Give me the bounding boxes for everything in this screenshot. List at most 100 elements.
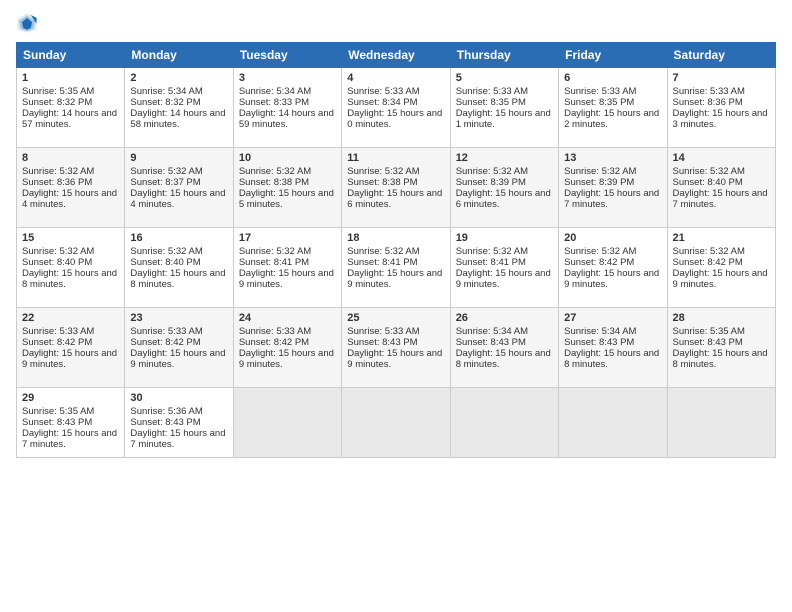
logo (16, 12, 40, 34)
daylight-text: Daylight: 14 hours and 58 minutes. (130, 108, 225, 130)
sunrise-text: Sunrise: 5:33 AM (239, 326, 311, 337)
calendar-cell: 2Sunrise: 5:34 AMSunset: 8:32 PMDaylight… (125, 68, 233, 148)
page: SundayMondayTuesdayWednesdayThursdayFrid… (0, 0, 792, 612)
day-number: 11 (347, 152, 444, 164)
day-number: 4 (347, 72, 444, 84)
day-number: 5 (456, 72, 553, 84)
calendar-cell (667, 388, 775, 458)
day-header-wednesday: Wednesday (342, 43, 450, 68)
daylight-text: Daylight: 15 hours and 8 minutes. (22, 268, 117, 290)
calendar-week-1: 1Sunrise: 5:35 AMSunset: 8:32 PMDaylight… (17, 68, 776, 148)
calendar-cell: 3Sunrise: 5:34 AMSunset: 8:33 PMDaylight… (233, 68, 341, 148)
sunset-text: Sunset: 8:42 PM (564, 257, 634, 268)
sunset-text: Sunset: 8:42 PM (673, 257, 743, 268)
sunset-text: Sunset: 8:40 PM (130, 257, 200, 268)
calendar-cell: 16Sunrise: 5:32 AMSunset: 8:40 PMDayligh… (125, 228, 233, 308)
calendar-week-2: 8Sunrise: 5:32 AMSunset: 8:36 PMDaylight… (17, 148, 776, 228)
daylight-text: Daylight: 15 hours and 0 minutes. (347, 108, 442, 130)
calendar-cell: 4Sunrise: 5:33 AMSunset: 8:34 PMDaylight… (342, 68, 450, 148)
calendar-cell: 28Sunrise: 5:35 AMSunset: 8:43 PMDayligh… (667, 308, 775, 388)
daylight-text: Daylight: 15 hours and 8 minutes. (130, 268, 225, 290)
sunrise-text: Sunrise: 5:32 AM (564, 166, 636, 177)
calendar-cell: 5Sunrise: 5:33 AMSunset: 8:35 PMDaylight… (450, 68, 558, 148)
sunset-text: Sunset: 8:43 PM (347, 337, 417, 348)
sunset-text: Sunset: 8:35 PM (456, 97, 526, 108)
sunset-text: Sunset: 8:39 PM (456, 177, 526, 188)
calendar-week-3: 15Sunrise: 5:32 AMSunset: 8:40 PMDayligh… (17, 228, 776, 308)
header (16, 12, 776, 34)
daylight-text: Daylight: 14 hours and 59 minutes. (239, 108, 334, 130)
sunrise-text: Sunrise: 5:34 AM (456, 326, 528, 337)
calendar-cell: 26Sunrise: 5:34 AMSunset: 8:43 PMDayligh… (450, 308, 558, 388)
daylight-text: Daylight: 15 hours and 8 minutes. (673, 348, 768, 370)
day-number: 7 (673, 72, 770, 84)
calendar-cell: 14Sunrise: 5:32 AMSunset: 8:40 PMDayligh… (667, 148, 775, 228)
sunrise-text: Sunrise: 5:32 AM (456, 246, 528, 257)
daylight-text: Daylight: 15 hours and 3 minutes. (673, 108, 768, 130)
calendar-cell: 8Sunrise: 5:32 AMSunset: 8:36 PMDaylight… (17, 148, 125, 228)
sunset-text: Sunset: 8:35 PM (564, 97, 634, 108)
sunrise-text: Sunrise: 5:32 AM (456, 166, 528, 177)
sunset-text: Sunset: 8:36 PM (673, 97, 743, 108)
calendar-cell: 25Sunrise: 5:33 AMSunset: 8:43 PMDayligh… (342, 308, 450, 388)
day-header-friday: Friday (559, 43, 667, 68)
daylight-text: Daylight: 15 hours and 7 minutes. (564, 188, 659, 210)
daylight-text: Daylight: 15 hours and 7 minutes. (22, 428, 117, 450)
sunrise-text: Sunrise: 5:32 AM (673, 166, 745, 177)
sunset-text: Sunset: 8:38 PM (347, 177, 417, 188)
day-number: 19 (456, 232, 553, 244)
daylight-text: Daylight: 15 hours and 8 minutes. (564, 348, 659, 370)
calendar-cell: 7Sunrise: 5:33 AMSunset: 8:36 PMDaylight… (667, 68, 775, 148)
sunset-text: Sunset: 8:32 PM (130, 97, 200, 108)
calendar-cell: 22Sunrise: 5:33 AMSunset: 8:42 PMDayligh… (17, 308, 125, 388)
calendar-header-row: SundayMondayTuesdayWednesdayThursdayFrid… (17, 43, 776, 68)
sunset-text: Sunset: 8:32 PM (22, 97, 92, 108)
day-number: 24 (239, 312, 336, 324)
daylight-text: Daylight: 15 hours and 9 minutes. (239, 348, 334, 370)
sunset-text: Sunset: 8:39 PM (564, 177, 634, 188)
daylight-text: Daylight: 15 hours and 9 minutes. (456, 268, 551, 290)
daylight-text: Daylight: 15 hours and 9 minutes. (130, 348, 225, 370)
sunrise-text: Sunrise: 5:32 AM (673, 246, 745, 257)
calendar-cell (450, 388, 558, 458)
calendar-cell (342, 388, 450, 458)
day-number: 20 (564, 232, 661, 244)
sunrise-text: Sunrise: 5:35 AM (22, 406, 94, 417)
calendar-cell: 1Sunrise: 5:35 AMSunset: 8:32 PMDaylight… (17, 68, 125, 148)
calendar-cell: 17Sunrise: 5:32 AMSunset: 8:41 PMDayligh… (233, 228, 341, 308)
daylight-text: Daylight: 15 hours and 6 minutes. (347, 188, 442, 210)
daylight-text: Daylight: 15 hours and 1 minute. (456, 108, 551, 130)
day-header-monday: Monday (125, 43, 233, 68)
sunrise-text: Sunrise: 5:33 AM (347, 86, 419, 97)
day-number: 8 (22, 152, 119, 164)
day-number: 25 (347, 312, 444, 324)
calendar: SundayMondayTuesdayWednesdayThursdayFrid… (16, 42, 776, 458)
calendar-cell: 27Sunrise: 5:34 AMSunset: 8:43 PMDayligh… (559, 308, 667, 388)
sunset-text: Sunset: 8:42 PM (239, 337, 309, 348)
calendar-cell: 12Sunrise: 5:32 AMSunset: 8:39 PMDayligh… (450, 148, 558, 228)
day-number: 6 (564, 72, 661, 84)
calendar-cell: 29Sunrise: 5:35 AMSunset: 8:43 PMDayligh… (17, 388, 125, 458)
sunrise-text: Sunrise: 5:33 AM (130, 326, 202, 337)
day-number: 12 (456, 152, 553, 164)
sunrise-text: Sunrise: 5:33 AM (22, 326, 94, 337)
day-number: 14 (673, 152, 770, 164)
calendar-cell: 23Sunrise: 5:33 AMSunset: 8:42 PMDayligh… (125, 308, 233, 388)
day-header-tuesday: Tuesday (233, 43, 341, 68)
daylight-text: Daylight: 15 hours and 7 minutes. (130, 428, 225, 450)
day-number: 1 (22, 72, 119, 84)
calendar-cell: 19Sunrise: 5:32 AMSunset: 8:41 PMDayligh… (450, 228, 558, 308)
daylight-text: Daylight: 15 hours and 9 minutes. (22, 348, 117, 370)
day-number: 9 (130, 152, 227, 164)
calendar-cell: 30Sunrise: 5:36 AMSunset: 8:43 PMDayligh… (125, 388, 233, 458)
calendar-cell: 13Sunrise: 5:32 AMSunset: 8:39 PMDayligh… (559, 148, 667, 228)
calendar-cell: 9Sunrise: 5:32 AMSunset: 8:37 PMDaylight… (125, 148, 233, 228)
day-number: 15 (22, 232, 119, 244)
sunset-text: Sunset: 8:43 PM (456, 337, 526, 348)
daylight-text: Daylight: 15 hours and 9 minutes. (239, 268, 334, 290)
sunset-text: Sunset: 8:38 PM (239, 177, 309, 188)
daylight-text: Daylight: 15 hours and 4 minutes. (22, 188, 117, 210)
calendar-cell: 18Sunrise: 5:32 AMSunset: 8:41 PMDayligh… (342, 228, 450, 308)
day-number: 22 (22, 312, 119, 324)
calendar-week-5: 29Sunrise: 5:35 AMSunset: 8:43 PMDayligh… (17, 388, 776, 458)
